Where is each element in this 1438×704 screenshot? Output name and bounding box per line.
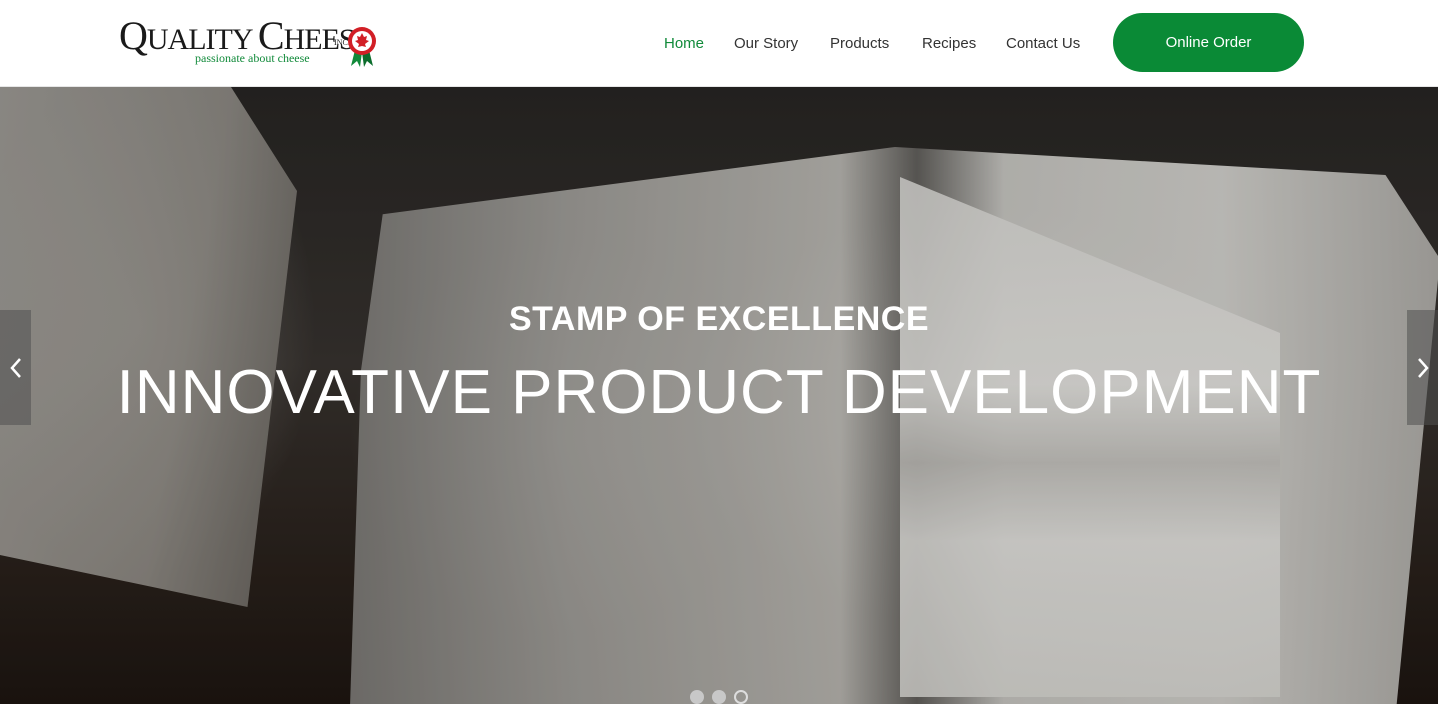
nav-products[interactable]: Products	[830, 35, 889, 52]
carousel-dot-2[interactable]	[712, 690, 726, 704]
carousel-dot-1[interactable]	[690, 690, 704, 704]
carousel-prev-button[interactable]	[0, 310, 31, 425]
carousel-indicators	[690, 690, 750, 704]
hero-title: INNOVATIVE PRODUCT DEVELOPMENT	[116, 358, 1322, 427]
nav-contact-us[interactable]: Contact Us	[1006, 35, 1080, 52]
nav-recipes[interactable]: Recipes	[922, 35, 976, 52]
hero-subtitle: STAMP OF EXCELLENCE	[508, 300, 930, 338]
nav-our-story[interactable]: Our Story	[734, 35, 798, 52]
site-header: QUALITY CHEESE INC. passionate about che…	[0, 0, 1438, 87]
online-order-button[interactable]: Online Order	[1113, 13, 1304, 72]
nav-home[interactable]: Home	[664, 35, 704, 52]
chevron-right-icon	[1417, 357, 1429, 378]
hero-carousel: STAMP OF EXCELLENCE INNOVATIVE PRODUCT D…	[0, 87, 1438, 704]
chevron-left-icon	[9, 357, 21, 378]
carousel-next-button[interactable]	[1407, 310, 1438, 425]
carousel-dot-3[interactable]	[734, 690, 748, 704]
